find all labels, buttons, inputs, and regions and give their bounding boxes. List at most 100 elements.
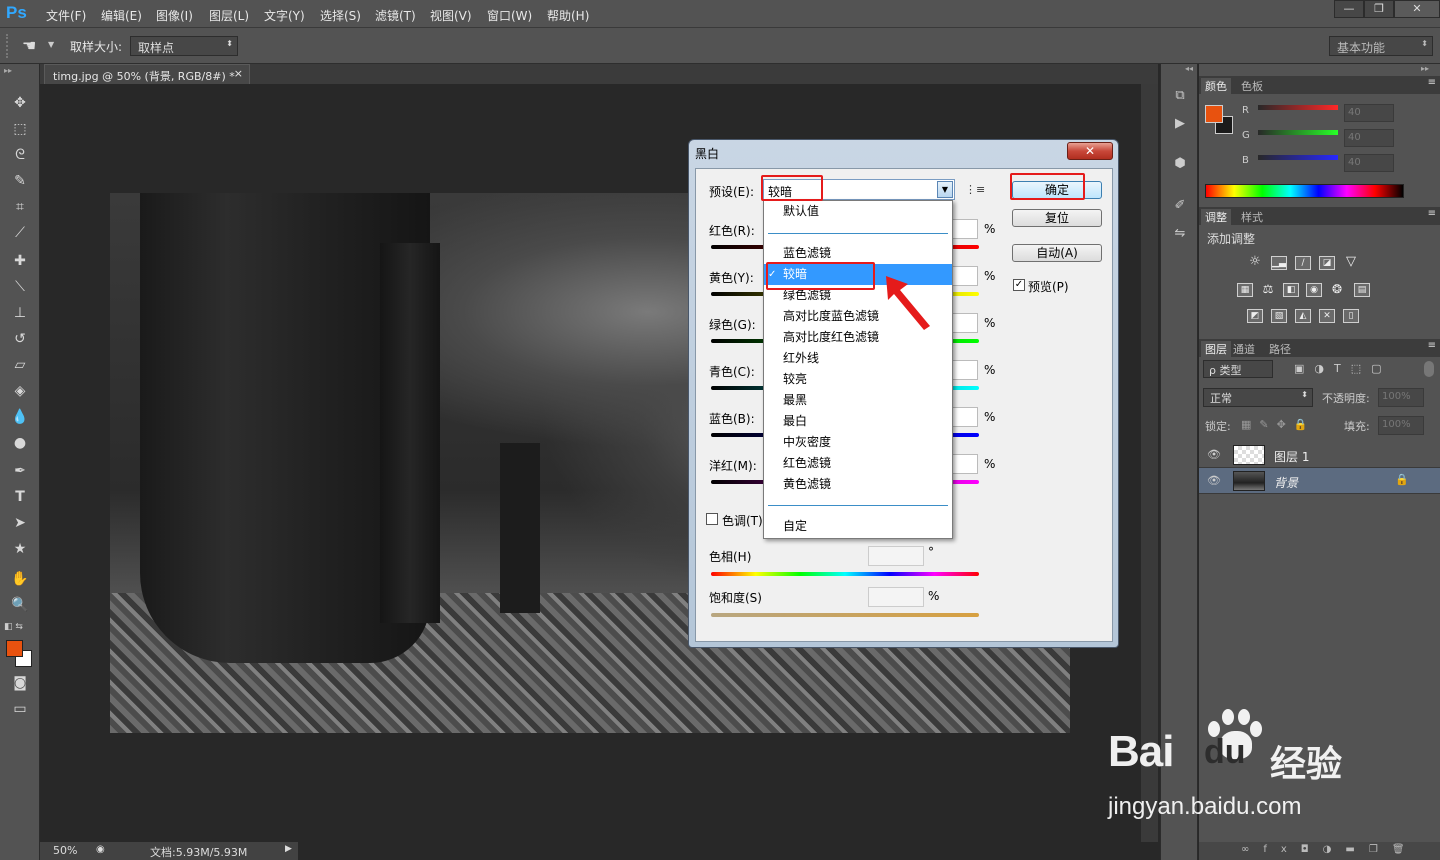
zoom-tool-icon[interactable]: 🔍 [7,594,33,616]
paint-bucket-tool-icon[interactable]: ◈ [7,380,33,402]
posterize-icon[interactable]: ▧ [1271,309,1287,323]
layer-row-1[interactable]: 👁 图层 1 [1199,442,1440,468]
opacity-value[interactable]: 100% [1378,388,1424,407]
menu-layer[interactable]: 图层(L) [209,7,249,24]
r-slider[interactable] [1258,105,1338,110]
r-value[interactable]: 40 [1344,104,1394,122]
actions-panel-icon[interactable]: ▶ [1168,116,1192,136]
curves-icon[interactable]: ∕ [1295,256,1311,270]
menu-view[interactable]: 视图(V) [430,7,472,24]
quick-mask-icon[interactable]: ◙ [7,672,33,694]
layer-filter-icons[interactable]: ▣◑T⬚▢ [1294,362,1392,375]
b-value[interactable]: 40 [1344,154,1394,172]
minimize-button[interactable]: — [1334,0,1364,18]
tab-swatches[interactable]: 色板 [1237,78,1267,94]
eyedropper-hand-icon[interactable]: ☚ [22,36,36,55]
screen-mode-icon[interactable]: ▭ [7,698,33,720]
workspace-select[interactable]: 基本功能 ⬍ [1329,36,1433,56]
dialog-close-button[interactable]: ✕ [1067,142,1113,160]
preset-dropdown-arrow-icon[interactable]: ▼ [937,181,953,198]
sample-size-select[interactable]: 取样点 ⬍ [130,36,238,56]
selective-color-icon[interactable]: ▯ [1343,309,1359,323]
visibility-eye-icon[interactable]: 👁 [1207,448,1221,461]
brush-tool-icon[interactable]: ⟍ [7,276,33,298]
menu-image[interactable]: 图像(I) [156,7,193,24]
pen-tool-icon[interactable]: ✒ [7,460,33,482]
fg-color-chip[interactable] [1205,105,1223,123]
foreground-color-swatch[interactable] [6,640,23,657]
cyan-value-input[interactable] [952,360,978,380]
path-select-tool-icon[interactable]: ➤ [7,512,33,534]
tab-color[interactable]: 颜色 [1201,78,1231,94]
close-button[interactable]: ✕ [1394,0,1440,18]
dodge-tool-icon[interactable]: ● [7,432,33,454]
restore-button[interactable]: ❐ [1364,0,1394,18]
3d-panel-icon[interactable]: ⬢ [1168,156,1192,176]
preset-option-default[interactable]: 默认值 [764,201,952,222]
type-tool-icon[interactable]: T [7,486,33,508]
hue-input[interactable] [868,546,924,566]
quick-select-tool-icon[interactable]: ✎ [7,170,33,192]
tab-layers[interactable]: 图层 [1201,341,1231,357]
hand-tool-icon[interactable]: ✋ [7,568,33,590]
gradient-map-icon[interactable]: ✕ [1319,309,1335,323]
yellow-value-input[interactable] [952,266,978,286]
b-slider[interactable] [1258,155,1338,160]
g-value[interactable]: 40 [1344,129,1394,147]
status-info-icon[interactable]: ◉ [96,844,105,855]
invert-icon[interactable]: ◩ [1247,309,1263,323]
healing-brush-tool-icon[interactable]: ✚ [7,250,33,272]
threshold-icon[interactable]: ◭ [1295,309,1311,323]
tab-paths[interactable]: 路径 [1265,341,1295,357]
preset-option-infrared[interactable]: 红外线 [764,348,952,369]
filter-toggle[interactable] [1424,361,1434,377]
layers-footer-icons[interactable]: ∞fx◘◑▬❐🗑 [1199,842,1440,860]
green-value-input[interactable] [952,313,978,333]
menu-file[interactable]: 文件(F) [46,7,86,24]
photo-filter-icon[interactable]: ◉ [1306,283,1322,297]
brightness-icon[interactable]: ☼ [1247,255,1263,270]
shape-tool-icon[interactable]: ★ [7,538,33,560]
preset-option-blue-filter[interactable]: 蓝色滤镜 [764,243,952,264]
hue-sat-icon[interactable]: ▦ [1237,283,1253,297]
panel-menu-icon[interactable]: ≡ [1428,77,1436,88]
history-brush-tool-icon[interactable]: ↺ [7,328,33,350]
tab-adjustments[interactable]: 调整 [1201,209,1231,225]
preset-option-yellow-filter[interactable]: 黄色滤镜 [764,474,952,495]
preset-option-red-filter[interactable]: 红色滤镜 [764,453,952,474]
channel-mixer-icon[interactable]: ❂ [1329,283,1345,297]
tint-checkbox[interactable] [706,513,718,525]
stamp-tool-icon[interactable]: ⊥ [7,302,33,324]
panel-menu-icon[interactable]: ≡ [1428,208,1436,219]
saturation-slider-track[interactable] [711,613,979,617]
status-arrow-icon[interactable]: ▶ [285,844,292,854]
reset-button[interactable]: 复位 [1012,209,1102,227]
tab-styles[interactable]: 样式 [1237,209,1267,225]
lasso-tool-icon[interactable]: ᘓ [7,144,33,166]
lock-icons[interactable]: ▦✎✥🔒 [1241,418,1316,431]
eraser-tool-icon[interactable]: ▱ [7,354,33,376]
blur-tool-icon[interactable]: 💧 [7,406,33,428]
layer-filter-select[interactable]: ρ 类型 [1203,360,1273,378]
collapse-arrows-icon[interactable]: ▸▸ [4,66,12,75]
color-balance-icon[interactable]: ⚖ [1260,283,1276,297]
preset-option-custom[interactable]: 自定 [764,516,952,537]
layer-row-background[interactable]: 👁 背景 🔒 [1199,468,1440,494]
auto-button[interactable]: 自动(A) [1012,244,1102,262]
tab-channels[interactable]: 通道 [1229,341,1259,357]
tool-preset-chevron-icon[interactable]: ▼ [48,40,54,49]
color-lookup-icon[interactable]: ▤ [1354,283,1370,297]
menu-help[interactable]: 帮助(H) [547,7,589,24]
eyedropper-tool-icon[interactable]: ⟋ [7,222,33,244]
marquee-tool-icon[interactable]: ⬚ [7,118,33,140]
crop-tool-icon[interactable]: ⌗ [7,196,33,218]
visibility-eye-icon[interactable]: 👁 [1207,474,1221,487]
collapse-arrows-icon[interactable]: ▸▸ [1421,64,1429,73]
brush-panel-icon[interactable]: ✐ [1168,198,1192,218]
preview-checkbox[interactable]: ✓ [1013,279,1025,291]
move-tool-icon[interactable]: ✥ [7,92,33,114]
exposure-icon[interactable]: ◪ [1319,256,1335,270]
menu-type[interactable]: 文字(Y) [264,7,305,24]
preset-option-lighter[interactable]: 较亮 [764,369,952,390]
menu-window[interactable]: 窗口(W) [487,7,532,24]
